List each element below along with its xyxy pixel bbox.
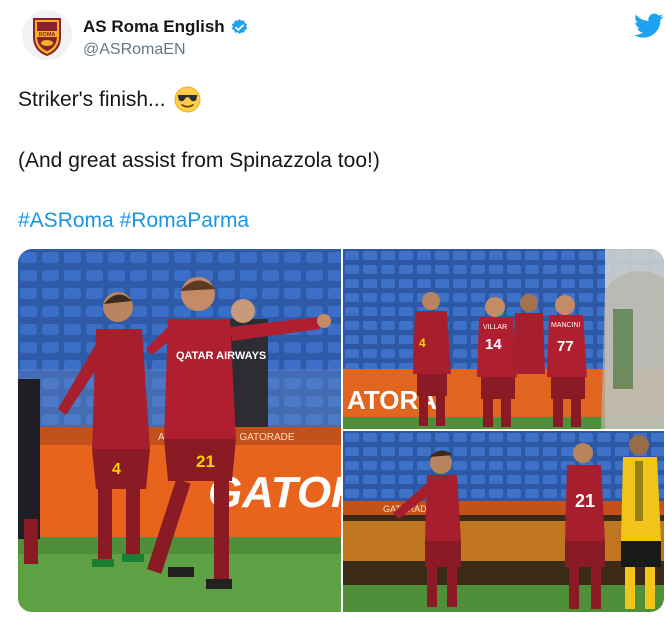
- verified-badge-icon: [230, 18, 249, 37]
- hashtag-romaparma[interactable]: #RomaParma: [120, 209, 250, 232]
- player-group-number-a: 4: [419, 336, 426, 350]
- crest-text: ROMA: [39, 32, 56, 38]
- photo-team-celebration[interactable]: ATORA 4 VILLAR 14 MANCINI 77: [343, 249, 664, 429]
- account-handle[interactable]: @ASRomaEN: [83, 41, 186, 59]
- hashtag-asroma[interactable]: #ASRoma: [18, 209, 114, 232]
- player-21-back-number: 21: [575, 491, 595, 511]
- photo-players-walking[interactable]: GATORADE 21: [343, 431, 664, 612]
- tweet-line-1: Striker's finish...: [18, 86, 201, 113]
- player-group-name-b: VILLAR: [483, 324, 507, 331]
- tweet-line-2: (And great assist from Spinazzola too!): [18, 149, 380, 172]
- tweet-line-1-text: Striker's finish...: [18, 87, 166, 111]
- player-group-number-c: 77: [557, 338, 574, 355]
- twitter-bird-icon[interactable]: [634, 13, 664, 39]
- player-group-name-c: MANCINI: [551, 322, 581, 329]
- media-grid: ADE GATORADE GATORADE GATOR 4: [18, 249, 664, 612]
- account-avatar[interactable]: ROMA: [22, 10, 72, 60]
- sunglasses-emoji-icon: [174, 86, 201, 113]
- tweet-hashtags: #ASRoma #RomaParma: [18, 209, 249, 233]
- player-21-number-text: 21: [196, 452, 215, 471]
- photo-celebration-left[interactable]: ADE GATORADE GATORADE GATOR 4: [18, 249, 341, 612]
- account-name[interactable]: AS Roma English: [83, 17, 249, 37]
- sponsor-text: QATAR AIRWAYS: [176, 350, 266, 362]
- account-name-text: AS Roma English: [83, 17, 225, 36]
- player-group-number-b: 14: [485, 336, 502, 353]
- roma-crest-icon: ROMA: [22, 10, 72, 60]
- player-4-number-text: 4: [112, 461, 121, 478]
